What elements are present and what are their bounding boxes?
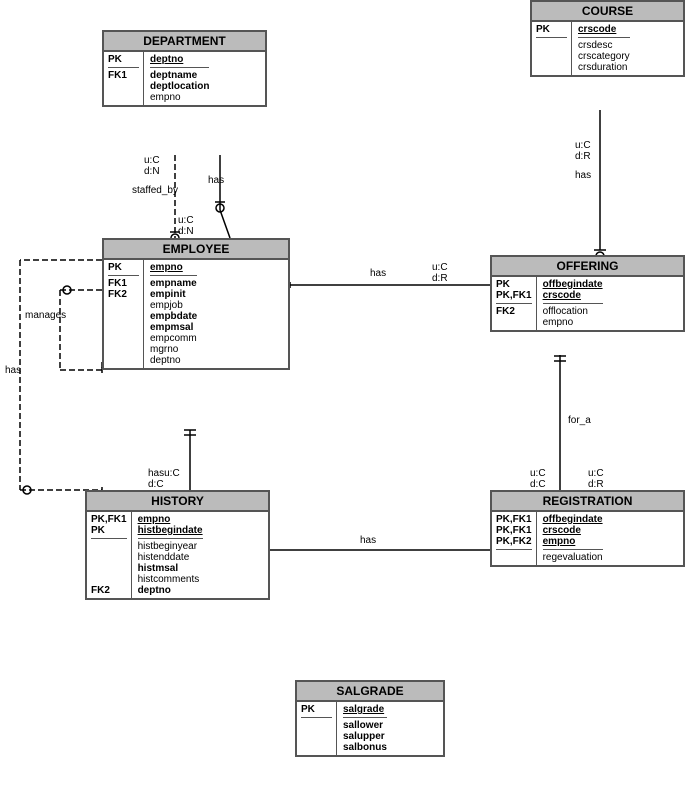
label-has-outer: has <box>5 365 21 376</box>
label-has-emp-offering: has <box>370 268 386 279</box>
salgrade-pk-col: PK <box>297 702 337 755</box>
department-pk-col: PK FK1 <box>104 52 144 105</box>
ucd-staffed-emp: u:Cd:N <box>178 215 194 237</box>
ucd-hasu: hasu:Cd:C <box>148 468 180 490</box>
offering-pk-col: PK PK,FK1 FK2 <box>492 277 537 330</box>
label-for-a: for_a <box>568 415 591 426</box>
registration-header: REGISTRATION <box>492 492 683 512</box>
entity-offering: OFFERING PK PK,FK1 FK2 offbegindate crsc… <box>490 255 685 332</box>
employee-header: EMPLOYEE <box>104 240 288 260</box>
salgrade-header: SALGRADE <box>297 682 443 702</box>
entity-department: DEPARTMENT PK FK1 deptno deptname deptlo… <box>102 30 267 107</box>
employee-attrs: empno empname empinit empjob empbdate em… <box>144 260 203 368</box>
label-has-course: has <box>575 170 591 181</box>
history-attrs: empno histbegindate histbeginyear histen… <box>132 512 209 598</box>
department-attrs: deptno deptname deptlocation empno <box>144 52 215 105</box>
entity-employee: EMPLOYEE PK FK1 FK2 empno empname empini… <box>102 238 290 370</box>
registration-pk-col: PK,FK1 PK,FK1 PK,FK2 <box>492 512 537 565</box>
history-header: HISTORY <box>87 492 268 512</box>
entity-course: COURSE PK crscode crsdesc crscategory cr… <box>530 0 685 77</box>
ucd-reg1: u:Cd:C <box>530 468 546 490</box>
entity-history: HISTORY PK,FK1 PK FK2 empno histbegindat… <box>85 490 270 600</box>
label-manages: manages <box>25 310 66 321</box>
course-attrs: crscode crsdesc crscategory crsduration <box>572 22 636 75</box>
ucd-emp-offering: u:Cd:R <box>432 262 448 284</box>
label-has-history: has <box>360 535 376 546</box>
entity-registration: REGISTRATION PK,FK1 PK,FK1 PK,FK2 offbeg… <box>490 490 685 567</box>
course-header: COURSE <box>532 2 683 22</box>
ucd-course-offering: u:Cd:R <box>575 140 591 162</box>
offering-attrs: offbegindate crscode offlocation empno <box>537 277 609 330</box>
salgrade-attrs: salgrade sallower salupper salbonus <box>337 702 393 755</box>
offering-header: OFFERING <box>492 257 683 277</box>
ucd-reg2: u:Cd:R <box>588 468 604 490</box>
entity-salgrade: SALGRADE PK salgrade sallower salupper s… <box>295 680 445 757</box>
ucd-staffed-dept: u:Cd:N <box>144 155 160 177</box>
employee-pk-col: PK FK1 FK2 <box>104 260 144 368</box>
label-has-dept: has <box>208 175 224 186</box>
diagram-container: staffed_by has manages has has has for_a… <box>0 0 690 803</box>
label-staffed-by: staffed_by <box>132 185 178 196</box>
history-pk-col: PK,FK1 PK FK2 <box>87 512 132 598</box>
registration-attrs: offbegindate crscode empno regevaluation <box>537 512 609 565</box>
department-header: DEPARTMENT <box>104 32 265 52</box>
course-pk-col: PK <box>532 22 572 75</box>
